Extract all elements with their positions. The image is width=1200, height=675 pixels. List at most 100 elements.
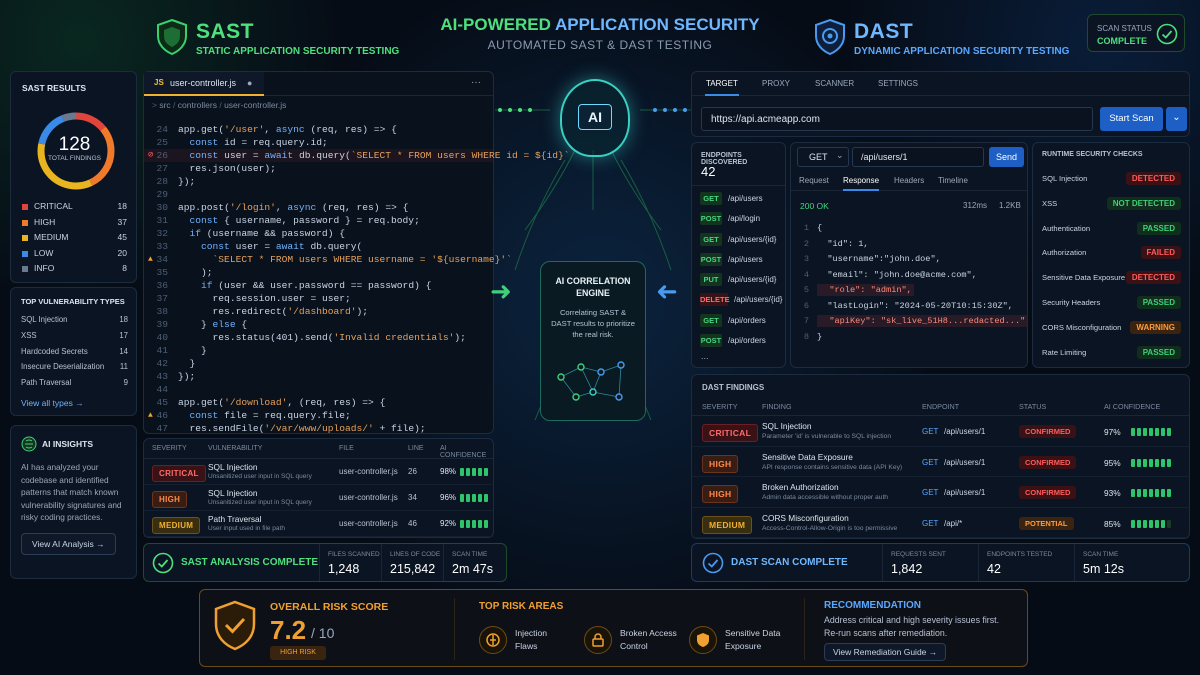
code-line[interactable]: 40 res.status(401).send('Invalid credent… <box>144 331 493 344</box>
tab-settings[interactable]: SETTINGS <box>877 72 919 96</box>
code-line[interactable]: 38 res.redirect('/dashboard'); <box>144 305 493 318</box>
column-header: SEVERITY <box>152 445 187 452</box>
endpoint-item[interactable]: POST/api/users <box>700 252 786 273</box>
chevron-down-icon[interactable]: ⌄ <box>1166 107 1187 131</box>
code-line[interactable]: 31 const { username, password } = req.bo… <box>144 214 493 227</box>
code-line[interactable]: 42 } <box>144 357 493 370</box>
endpoint-item[interactable]: GET/api/users/{id} <box>700 232 786 253</box>
view-ai-analysis-button[interactable]: View AI Analysis → <box>21 533 116 555</box>
table-row[interactable]: HIGH SQL Injection Unsanitized user input … <box>144 485 493 511</box>
breadcrumb-item[interactable]: controllers <box>178 100 217 110</box>
unsaved-dot-icon: ● <box>247 78 253 88</box>
code-line[interactable]: ▲ 34 `SELECT * FROM users WHERE username … <box>144 253 512 266</box>
code-line[interactable]: 35 ); <box>144 266 493 279</box>
endpoint-item[interactable]: DELETE/api/users/{id} <box>700 293 786 313</box>
warning-icon: ▲ <box>148 411 153 420</box>
http-method-badge: PUT <box>700 273 722 287</box>
runtime-check-row[interactable]: CORS Misconfiguration WARNING <box>1033 316 1189 341</box>
severity-row: MEDIUM 45 <box>22 231 127 247</box>
view-all-types-link[interactable]: View all types → <box>21 398 84 408</box>
code-line[interactable]: 24 app.get('/user', async (req, res) => { <box>144 123 493 136</box>
send-button[interactable]: Send <box>989 147 1024 167</box>
code-line[interactable]: 27 res.json(user); <box>144 162 493 175</box>
code-line[interactable]: ▲ 46 const file = req.query.file; <box>144 409 493 422</box>
method-select[interactable]: GET ⌄ <box>797 147 849 167</box>
tab-timeline[interactable]: Timeline <box>938 171 968 191</box>
table-row[interactable]: CRITICAL SQL Injection Parameter 'id' is v… <box>692 416 1189 447</box>
tab-target[interactable]: TARGET <box>705 72 739 96</box>
tab-request[interactable]: Request <box>799 171 829 191</box>
endpoint-item[interactable]: POST/api/login <box>700 212 786 232</box>
runtime-check-row[interactable]: XSS NOT DETECTED <box>1033 192 1189 217</box>
breadcrumb-item[interactable]: user-controller.js <box>224 100 286 110</box>
runtime-check-row[interactable]: Security Headers PASSED <box>1033 291 1189 316</box>
runtime-check-label: XSS <box>1042 198 1058 208</box>
code-line[interactable]: 37 req.session.user = user; <box>144 292 493 305</box>
vulnerability-type-row[interactable]: Path Traversal 9 <box>21 378 128 394</box>
request-path-input[interactable]: /api/users/1 <box>852 147 984 167</box>
confidence-bar <box>466 520 470 528</box>
code-line[interactable]: 36 if (user && user.password == password… <box>144 279 493 292</box>
code-line[interactable]: 33 const user = await db.query( <box>144 240 493 253</box>
code-line[interactable]: 43}); <box>144 370 493 383</box>
code-line[interactable]: 32 if (username && password) { <box>144 227 493 240</box>
endpoint-item[interactable]: PUT/api/users/{id} <box>700 273 786 293</box>
runtime-check-row[interactable]: SQL Injection DETECTED <box>1033 167 1189 192</box>
code-line[interactable]: 41 } <box>144 344 493 357</box>
code-line[interactable]: ⊘ 26 const user = await db.query(`SELECT … <box>144 149 570 162</box>
target-url-input[interactable]: https://api.acmeapp.com <box>701 107 1093 131</box>
arrow-right-icon: → <box>75 398 84 408</box>
runtime-check-row[interactable]: Authentication PASSED <box>1033 217 1189 242</box>
vulnerability-type-row[interactable]: SQL Injection 18 <box>21 315 128 331</box>
table-row[interactable]: HIGH Sensitive Data Exposure API response … <box>692 447 1189 478</box>
runtime-check-row[interactable]: Authorization FAILED <box>1033 241 1189 266</box>
code-line[interactable]: 39 } else { <box>144 318 493 331</box>
endpoint-item[interactable]: GET/api/users <box>700 192 786 212</box>
severity-badge: HIGH <box>702 485 739 504</box>
line-number: 2 <box>803 238 809 249</box>
code-text: `SELECT * FROM users WHERE username = '$… <box>212 254 512 265</box>
syringe-icon-glyph <box>486 633 500 647</box>
runtime-check-row[interactable]: Sensitive Data Exposure DETECTED <box>1033 266 1189 291</box>
runtime-check-row[interactable]: Rate Limiting PASSED <box>1033 341 1189 366</box>
tab-proxy[interactable]: PROXY <box>761 72 791 96</box>
finding-status: CONFIRMED <box>1019 455 1077 469</box>
code-line[interactable]: 30 app.post('/login', async (req, res) =>… <box>144 201 493 214</box>
tab-response[interactable]: Response <box>843 171 880 191</box>
breadcrumb-item[interactable]: src <box>159 100 170 110</box>
dast-subtitle: DYNAMIC APPLICATION SECURITY TESTING <box>854 46 1070 57</box>
finding-status: CONFIRMED <box>1019 486 1077 500</box>
endpoint-item[interactable]: GET/api/orders <box>700 313 786 334</box>
code-line[interactable]: 44 <box>144 383 493 396</box>
table-row[interactable]: MEDIUM Path Traversal User input used in f… <box>144 511 493 537</box>
check-circle-icon <box>1156 23 1178 45</box>
table-row[interactable]: MEDIUM CORS Misconfiguration Access-Contro… <box>692 508 1189 539</box>
tab-scanner[interactable]: SCANNER <box>814 72 855 96</box>
start-scan-button[interactable]: Start Scan <box>1100 107 1163 131</box>
code-line[interactable]: 28}); <box>144 175 493 188</box>
editor-menu-icon[interactable]: ··· <box>471 77 481 88</box>
endpoint-item[interactable]: POST/api/orders <box>700 334 786 354</box>
vulnerability-type-row[interactable]: Hardcoded Secrets 14 <box>21 347 128 363</box>
severity-row: LOW 20 <box>22 247 127 263</box>
code-line[interactable]: 45 app.get('/download', (req, res) => { <box>144 396 493 409</box>
code-line[interactable]: 29 <box>144 188 493 201</box>
error-icon: ⊘ <box>148 150 154 160</box>
tab-user-controller[interactable]: JS user-controller.js ● <box>144 72 264 96</box>
vulnerability-type-row[interactable]: Insecure Deserialization 11 <box>21 362 128 378</box>
scan-status-badge: SCAN STATUS COMPLETE <box>1087 14 1185 52</box>
vulnerability-type-row[interactable]: XSS 17 <box>21 331 128 347</box>
view-remediation-guide-button[interactable]: View Remediation Guide → <box>824 643 947 661</box>
ai-correlation-engine: AI CORRELATION ENGINE Correlating SAST &… <box>540 261 646 421</box>
column-header: ENDPOINT <box>922 402 960 411</box>
http-method-badge: POST <box>700 252 722 266</box>
table-row[interactable]: HIGH Broken Authorization Admin data acces… <box>692 477 1189 508</box>
code-line[interactable]: 25 const id = req.query.id; <box>144 136 493 149</box>
tab-headers[interactable]: Headers <box>894 171 924 191</box>
json-text: "role": "admin", <box>817 284 914 296</box>
stat-label: SCAN TIME <box>1083 551 1119 558</box>
table-row[interactable]: CRITICAL SQL Injection Unsanitized user in… <box>144 459 493 485</box>
breadcrumb-separator: / <box>216 100 225 110</box>
line-number: 40 <box>156 332 168 343</box>
code-line[interactable]: 47 res.sendFile('/var/www/uploads/' + fi… <box>144 422 493 435</box>
